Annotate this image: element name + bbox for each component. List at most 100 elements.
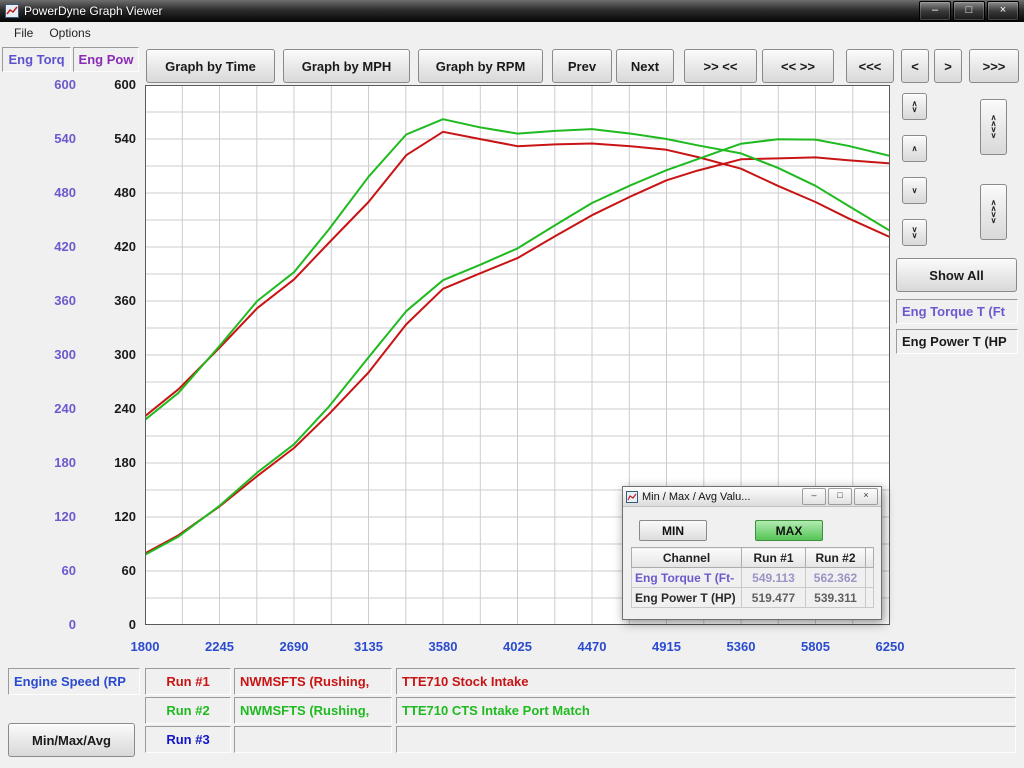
x-axis-tick: 2245 bbox=[190, 639, 250, 654]
torque-axis-tick: 180 bbox=[26, 455, 76, 470]
torque-axis-tick: 0 bbox=[26, 617, 76, 632]
max-button[interactable]: MAX bbox=[755, 520, 823, 541]
minmax-sliver-cell bbox=[866, 588, 874, 608]
minmax-table: ChannelRun #1Run #2 Eng Torque T (Ft-549.… bbox=[631, 547, 874, 608]
channel-label-power: Eng Power T (HP bbox=[896, 329, 1018, 354]
minmax-window: Min / Max / Avg Valu... –□× MIN MAX Chan… bbox=[622, 486, 882, 620]
minmax-minimize-button[interactable]: – bbox=[802, 488, 826, 505]
run-label-2: Run #2 bbox=[145, 697, 231, 724]
minmax-value-cell: 519.477 bbox=[742, 588, 806, 608]
minmax-sliver-cell bbox=[866, 568, 874, 588]
minimize-button[interactable]: – bbox=[919, 1, 951, 21]
close-button[interactable]: × bbox=[987, 1, 1019, 21]
x-axis-tick: 2690 bbox=[264, 639, 324, 654]
minmax-col-header: Run #1 bbox=[742, 548, 806, 568]
minmax-window-title: Min / Max / Avg Valu... bbox=[642, 491, 802, 503]
menubar: FileOptions bbox=[0, 22, 1024, 43]
run-file-3 bbox=[234, 726, 392, 753]
x-axis-tick: 4915 bbox=[637, 639, 697, 654]
toolbar-button-graph-by-rpm[interactable]: Graph by RPM bbox=[418, 49, 543, 83]
powerdyne-window: PowerDyne Graph Viewer –□× FileOptions E… bbox=[0, 0, 1024, 768]
minmax-maximize-button[interactable]: □ bbox=[828, 488, 852, 505]
power-axis-tick: 240 bbox=[86, 401, 136, 416]
min-button[interactable]: MIN bbox=[639, 520, 707, 541]
menu-file[interactable]: File bbox=[6, 24, 41, 42]
torque-axis-tick: 480 bbox=[26, 185, 76, 200]
run-file-2: NWMSFTS (Rushing, bbox=[234, 697, 392, 724]
run-desc-1: TTE710 Stock Intake bbox=[396, 668, 1016, 695]
tab-eng-power[interactable]: Eng Pow bbox=[73, 47, 139, 72]
toolbar-button-scroll-far-right[interactable]: >>> bbox=[969, 49, 1019, 83]
minmax-close-button[interactable]: × bbox=[854, 488, 878, 505]
toolbar-button-prev[interactable]: Prev bbox=[552, 49, 612, 83]
run-label-1: Run #1 bbox=[145, 668, 231, 695]
power-axis-tick: 540 bbox=[86, 131, 136, 146]
spinner-range-scroll-button[interactable]: ∧∧∨∨ bbox=[980, 184, 1007, 240]
minmax-col-header bbox=[866, 548, 874, 568]
toolbar-button-zoom-in[interactable]: >> << bbox=[684, 49, 757, 83]
power-axis-tick: 420 bbox=[86, 239, 136, 254]
x-axis-tick: 3580 bbox=[413, 639, 473, 654]
toolbar-button-scroll-left[interactable]: < bbox=[901, 49, 929, 83]
toolbar-button-zoom-out[interactable]: << >> bbox=[762, 49, 834, 83]
run-desc-3 bbox=[396, 726, 1016, 753]
minmax-window-controls: –□× bbox=[802, 488, 878, 505]
torque-axis-tick: 240 bbox=[26, 401, 76, 416]
minmax-value-cell: 562.362 bbox=[806, 568, 866, 588]
torque-axis-tick: 300 bbox=[26, 347, 76, 362]
power-axis-tick: 480 bbox=[86, 185, 136, 200]
titlebar[interactable]: PowerDyne Graph Viewer –□× bbox=[0, 0, 1024, 22]
x-axis-tick: 3135 bbox=[339, 639, 399, 654]
tab-eng-torque[interactable]: Eng Torq bbox=[2, 47, 71, 72]
spinner-up-button[interactable]: ∧ bbox=[902, 135, 927, 162]
power-axis-tick: 0 bbox=[86, 617, 136, 632]
run-desc-2: TTE710 CTS Intake Port Match bbox=[396, 697, 1016, 724]
window-controls: –□× bbox=[919, 1, 1024, 21]
power-axis-tick: 120 bbox=[86, 509, 136, 524]
power-axis-tick: 60 bbox=[86, 563, 136, 578]
minmax-value-cell: 539.311 bbox=[806, 588, 866, 608]
x-axis-tick: 6250 bbox=[860, 639, 920, 654]
window-title: PowerDyne Graph Viewer bbox=[24, 4, 163, 18]
x-axis-tick: 5805 bbox=[786, 639, 846, 654]
power-axis-tick: 360 bbox=[86, 293, 136, 308]
minmax-window-icon bbox=[626, 491, 638, 503]
torque-axis-tick: 540 bbox=[26, 131, 76, 146]
torque-axis-tick: 60 bbox=[26, 563, 76, 578]
minmax-channel-cell: Eng Torque T (Ft- bbox=[632, 568, 742, 588]
minmax-col-header: Run #2 bbox=[806, 548, 866, 568]
minmax-titlebar[interactable]: Min / Max / Avg Valu... –□× bbox=[623, 487, 881, 507]
app-icon bbox=[5, 4, 19, 18]
torque-axis-tick: 120 bbox=[26, 509, 76, 524]
run-file-1: NWMSFTS (Rushing, bbox=[234, 668, 392, 695]
minmax-channel-cell: Eng Power T (HP) bbox=[632, 588, 742, 608]
toolbar-button-next[interactable]: Next bbox=[616, 49, 674, 83]
toolbar-button-scroll-far-left[interactable]: <<< bbox=[846, 49, 894, 83]
menu-options[interactable]: Options bbox=[41, 24, 98, 42]
x-axis-tick: 5360 bbox=[711, 639, 771, 654]
power-axis-tick: 300 bbox=[86, 347, 136, 362]
x-axis-tick: 4025 bbox=[488, 639, 548, 654]
power-axis-tick: 180 bbox=[86, 455, 136, 470]
run-label-3: Run #3 bbox=[145, 726, 231, 753]
toolbar-button-graph-by-mph[interactable]: Graph by MPH bbox=[283, 49, 410, 83]
spinner-range-scroll-button[interactable]: ∧∧∨∨ bbox=[980, 99, 1007, 155]
toolbar-button-graph-by-time[interactable]: Graph by Time bbox=[146, 49, 275, 83]
spinner-step-down-button[interactable]: ∨∨ bbox=[902, 219, 927, 246]
torque-axis-tick: 360 bbox=[26, 293, 76, 308]
minmax-value-cell: 549.113 bbox=[742, 568, 806, 588]
spinner-collapse-button[interactable]: ∧∨ bbox=[902, 93, 927, 120]
x-axis-channel-label: Engine Speed (RP bbox=[8, 668, 140, 695]
min-max-avg-button[interactable]: Min/Max/Avg bbox=[8, 723, 135, 757]
maximize-button[interactable]: □ bbox=[953, 1, 985, 21]
x-axis-tick: 4470 bbox=[562, 639, 622, 654]
torque-axis-tick: 600 bbox=[26, 77, 76, 92]
show-all-button[interactable]: Show All bbox=[896, 258, 1017, 292]
toolbar-button-scroll-right[interactable]: > bbox=[934, 49, 962, 83]
x-axis-tick: 1800 bbox=[115, 639, 175, 654]
channel-label-torque: Eng Torque T (Ft bbox=[896, 299, 1018, 324]
torque-axis-tick: 420 bbox=[26, 239, 76, 254]
power-axis-tick: 600 bbox=[86, 77, 136, 92]
minmax-col-header: Channel bbox=[632, 548, 742, 568]
spinner-down-button[interactable]: ∨ bbox=[902, 177, 927, 204]
